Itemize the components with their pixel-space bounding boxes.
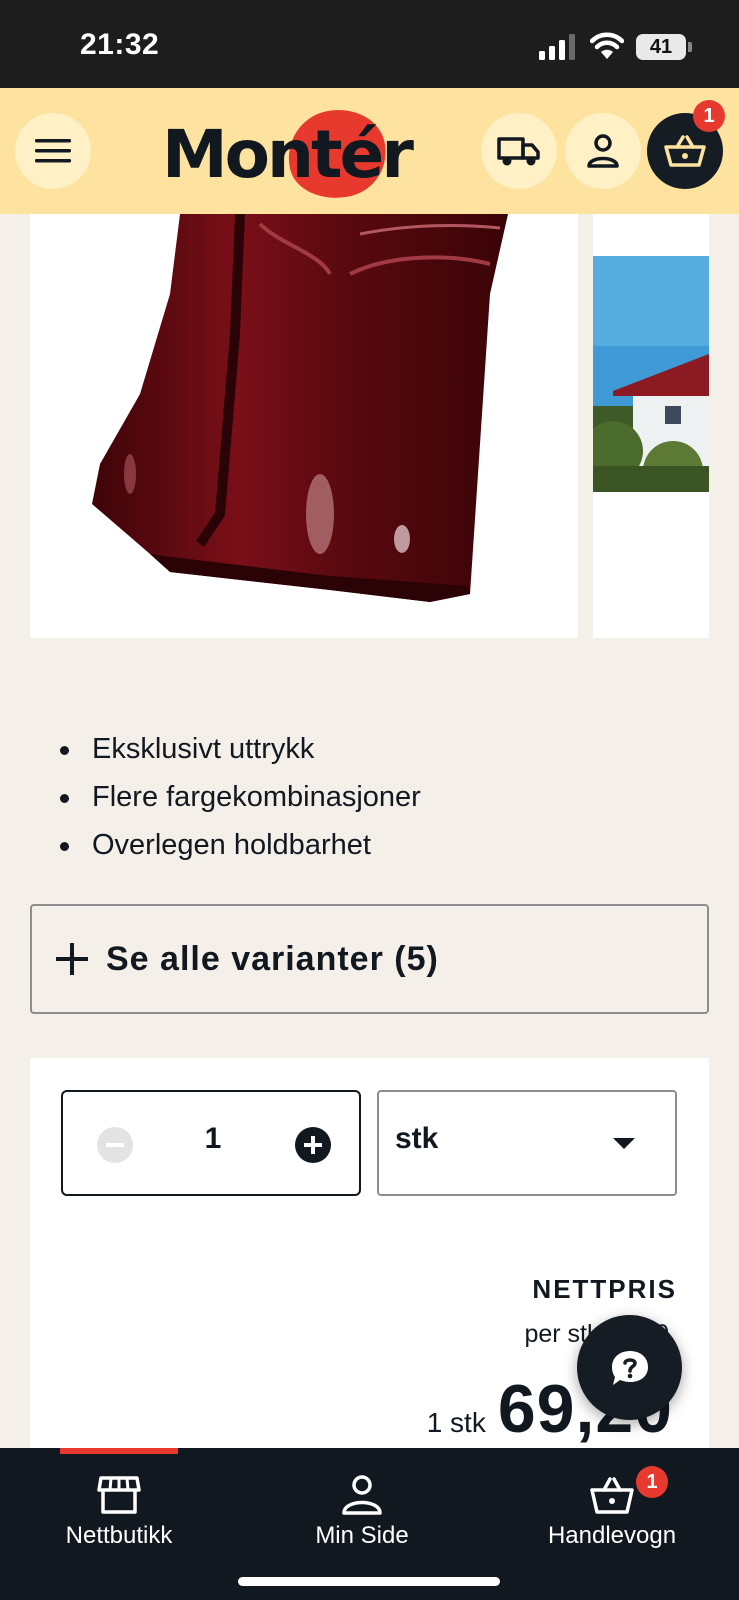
price-type-label: NETTPRIS	[532, 1274, 677, 1304]
help-chat-button[interactable]	[577, 1315, 682, 1420]
unit-select[interactable]: stk	[377, 1090, 677, 1196]
menu-icon	[35, 139, 71, 163]
chevron-down-icon	[613, 1138, 635, 1149]
site-header: Montér ®	[0, 88, 739, 214]
delivery-button[interactable]	[481, 113, 557, 189]
home-indicator	[238, 1577, 500, 1586]
increase-quantity-button[interactable]	[295, 1127, 331, 1163]
user-icon	[342, 1475, 382, 1515]
nav-item-min-side[interactable]: Min Side	[272, 1474, 452, 1564]
plus-icon	[54, 941, 90, 977]
menu-button[interactable]	[15, 113, 91, 189]
nav-item-nettbutikk[interactable]: Nettbutikk	[29, 1474, 209, 1564]
basket-icon	[664, 135, 706, 167]
nav-cart-count-badge: 1	[636, 1466, 668, 1498]
quantity-stepper: 1	[61, 1090, 361, 1196]
logo-text: Montér	[162, 116, 414, 193]
wifi-icon	[590, 32, 624, 59]
logo-registered-mark: ®	[388, 168, 396, 179]
decrease-quantity-button[interactable]	[97, 1127, 133, 1163]
nav-label: Nettbutikk	[65, 1522, 173, 1549]
price-quantity: 1 stk	[426, 1407, 486, 1438]
product-image-main[interactable]	[30, 214, 578, 638]
feature-item: Overlegen holdbarhet	[56, 824, 421, 872]
feature-list: Eksklusivt uttrykk Flere fargekombinasjo…	[56, 728, 421, 872]
nav-label: Min Side	[315, 1522, 409, 1549]
cellular-signal-icon	[539, 34, 575, 60]
roof-tile-image	[92, 214, 508, 602]
nav-item-handlevogn[interactable]: Handlevogn	[522, 1474, 702, 1564]
quantity-value[interactable]: 1	[183, 1122, 243, 1156]
account-button[interactable]	[565, 113, 641, 189]
product-image-thumbnail[interactable]	[593, 214, 709, 638]
truck-icon	[497, 137, 540, 166]
store-icon	[97, 1476, 141, 1514]
status-time: 21:32	[80, 28, 160, 61]
battery-level: 41	[649, 35, 673, 58]
unit-selected-value: stk	[395, 1122, 439, 1155]
feature-item: Eksklusivt uttrykk	[56, 728, 421, 776]
nav-label: Handlevogn	[547, 1522, 677, 1549]
feature-item: Flere fargekombinasjoner	[56, 776, 421, 824]
variants-button-label: Se alle varianter (5)	[106, 939, 439, 978]
cart-count-badge: 1	[693, 100, 725, 132]
user-icon	[587, 134, 619, 168]
battery-icon: 41	[636, 34, 692, 60]
see-all-variants-button[interactable]: Se alle varianter (5)	[30, 904, 709, 1014]
monter-logo[interactable]: Montér ®	[160, 100, 414, 208]
house-photo	[593, 256, 709, 492]
basket-icon	[590, 1477, 634, 1514]
status-bar: 21:32 41	[0, 0, 739, 88]
help-chat-icon	[611, 1350, 648, 1385]
active-tab-indicator	[60, 1448, 178, 1454]
